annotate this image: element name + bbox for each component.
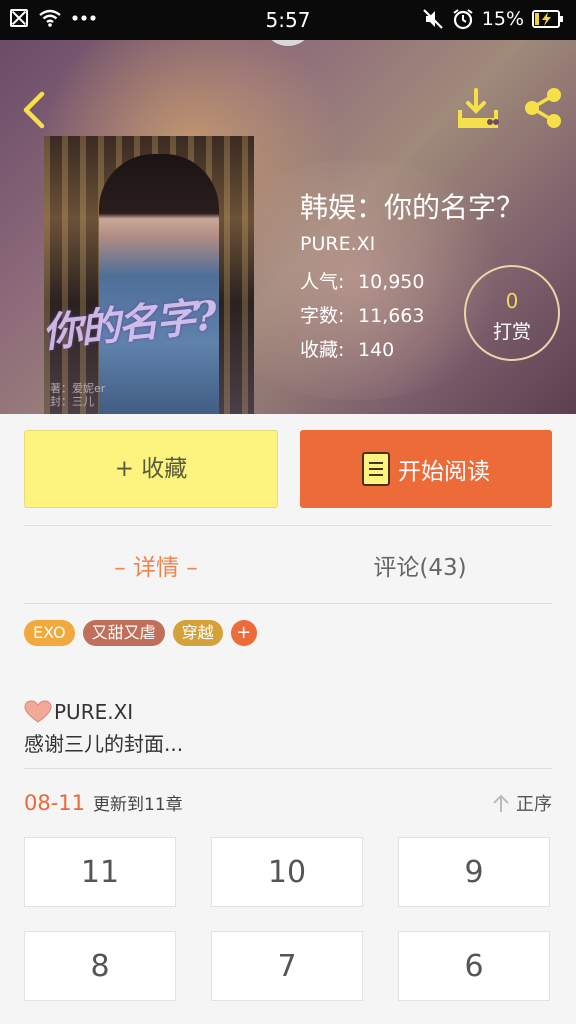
stat-value: 10,950 [358, 271, 425, 293]
reward-count: 0 [505, 289, 519, 313]
chapter-button[interactable]: 7 [211, 931, 363, 1001]
battery-charging-icon [532, 10, 563, 28]
start-reading-button[interactable]: 开始阅读 [300, 430, 552, 508]
cover-credit-line: 封：三儿 [50, 395, 94, 408]
stat-value: 140 [358, 339, 395, 361]
heart-icon [24, 700, 52, 723]
description-author: PURE.XI [24, 700, 133, 724]
book-cover[interactable]: 你的名字? 著：爱妮er 封：三儿 [44, 136, 254, 414]
back-button[interactable] [14, 88, 54, 132]
tag-list: EXO 又甜又虐 穿越 + [24, 620, 257, 646]
battery-percent: 15% [481, 8, 524, 30]
mute-icon [422, 9, 443, 29]
share-icon [525, 88, 561, 128]
stat-word-count: 字数: 11,663 [300, 301, 424, 328]
book-icon [362, 452, 390, 486]
chapter-button[interactable]: 6 [398, 931, 550, 1001]
update-info: 08-11 更新到11章 [24, 790, 183, 815]
collect-button[interactable]: + 收藏 [24, 430, 278, 508]
chapter-button[interactable]: 9 [398, 837, 550, 907]
book-title: 韩娱：你的名字？ [300, 191, 525, 224]
stat-popularity: 人气: 10,950 [300, 267, 424, 294]
alarm-icon [453, 9, 473, 30]
stat-value: 11,663 [358, 305, 425, 327]
pull-indicator [262, 40, 314, 46]
status-bar: 5:57 15% [0, 0, 576, 40]
book-author[interactable]: PURE.XI [300, 233, 375, 255]
share-button[interactable] [520, 84, 566, 132]
divider [24, 525, 552, 526]
start-reading-label: 开始阅读 [398, 459, 490, 485]
stat-label: 收藏: [300, 339, 345, 361]
description-text[interactable]: 感谢三儿的封面... [24, 728, 183, 757]
chapter-button[interactable]: 10 [211, 837, 363, 907]
book-header: 你的名字? 著：爱妮er 封：三儿 韩娱：你的名字？ PURE.XI 人气: 10… [0, 40, 576, 414]
tab-detail[interactable]: – 详情 – [24, 548, 288, 582]
stat-label: 人气: [300, 271, 345, 293]
sort-order-label: 正序 [516, 794, 552, 815]
chapter-button[interactable]: 8 [24, 931, 176, 1001]
reward-label: 打赏 [492, 321, 531, 343]
tag-time-travel[interactable]: 穿越 [172, 620, 223, 646]
update-date: 08-11 [24, 791, 86, 815]
download-button[interactable] [456, 88, 502, 132]
sort-order-toggle[interactable]: 正序 [492, 790, 552, 816]
tag-sweet-angst[interactable]: 又甜又虐 [82, 620, 165, 646]
divider [24, 603, 552, 604]
add-tag-button[interactable]: + [230, 620, 257, 646]
download-icon [458, 88, 499, 128]
tag-exo[interactable]: EXO [24, 620, 75, 646]
update-text: 更新到11章 [93, 795, 183, 815]
cover-credit: 著：爱妮er 封：三儿 [50, 382, 105, 408]
cover-credit-line: 著：爱妮er [50, 382, 106, 395]
status-right-icons: 15% [422, 8, 564, 30]
chevron-left-icon [23, 91, 45, 129]
reward-button[interactable]: 0 打赏 [464, 265, 560, 361]
chapter-button[interactable]: 11 [24, 837, 176, 907]
stat-favorites: 收藏: 140 [300, 335, 394, 362]
tab-comments[interactable]: 评论(43) [288, 548, 552, 582]
divider [24, 768, 552, 769]
stat-label: 字数: [300, 305, 345, 327]
description-author-name: PURE.XI [54, 700, 134, 724]
arrow-up-icon [493, 794, 509, 812]
